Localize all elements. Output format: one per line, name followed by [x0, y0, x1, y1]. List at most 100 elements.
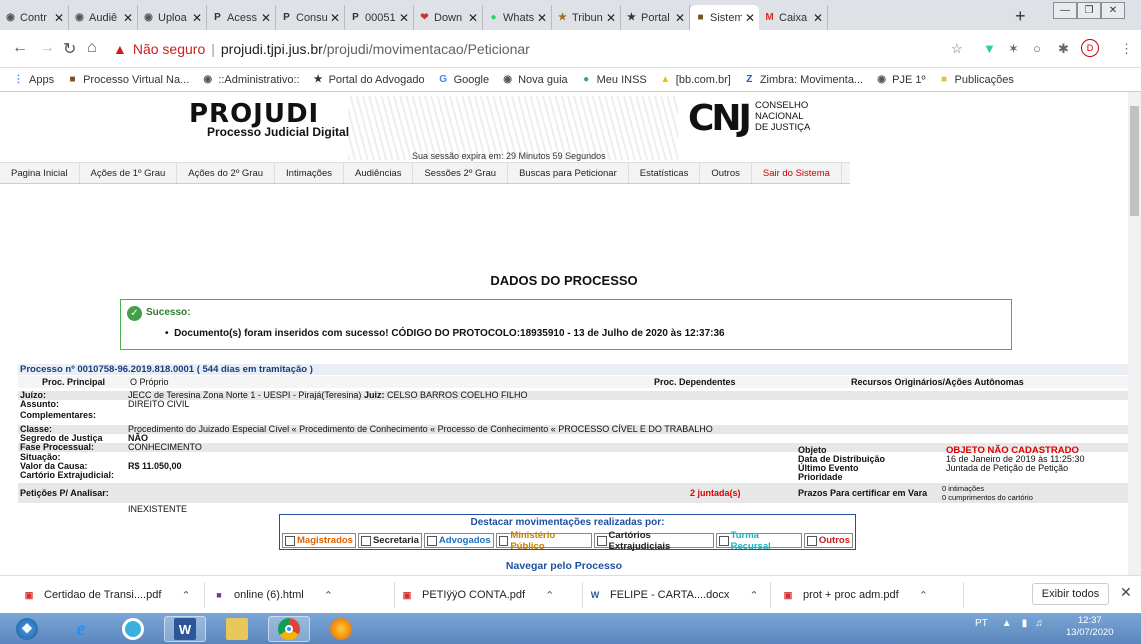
start-button[interactable]: ❖ — [6, 616, 48, 642]
signal-icon[interactable]: ▮ — [1022, 618, 1028, 629]
tray-arrow-icon[interactable]: ▲ — [1002, 618, 1012, 629]
bookmark-item[interactable]: ■ Processo Virtual Na... — [66, 73, 190, 86]
scrollbar-thumb[interactable] — [1130, 106, 1139, 216]
taskbar-word[interactable]: W — [164, 616, 206, 642]
highlight-option[interactable]: Turma Recursal — [715, 530, 802, 552]
close-tab-icon[interactable]: ✕ — [399, 11, 409, 25]
download-item[interactable]: ■ online (6).html ⌃ — [212, 584, 333, 606]
close-tab-icon[interactable]: ✕ — [675, 11, 685, 25]
browser-tab[interactable]: ◉ Contr ✕ — [0, 5, 69, 30]
chevron-up-icon[interactable]: ⌃ — [181, 589, 190, 602]
bookmark-item[interactable]: ⋮ Apps — [12, 73, 55, 86]
juntadas-link[interactable]: 2 juntada(s) — [690, 489, 741, 498]
pin-icon[interactable]: ✶ — [1008, 41, 1019, 57]
menu-item[interactable]: Ações do 2º Grau — [177, 163, 276, 183]
show-all-downloads-button[interactable]: Exibir todos — [1032, 583, 1109, 605]
bookmark-item[interactable]: Z Zimbra: Movimenta... — [743, 73, 863, 86]
highlight-option[interactable]: Magistrados — [282, 533, 356, 548]
menu-kebab-icon[interactable]: ⋮ — [1120, 41, 1133, 57]
browser-tab[interactable]: P Consu ✕ — [276, 5, 345, 30]
highlight-checkbox[interactable] — [360, 535, 371, 546]
chevron-up-icon[interactable]: ⌃ — [324, 589, 333, 602]
highlight-option[interactable]: Cartórios Extrajudiciais — [593, 530, 714, 552]
back-icon[interactable]: ← — [12, 39, 28, 57]
highlight-checkbox[interactable] — [718, 535, 729, 546]
language-indicator[interactable]: PT — [975, 618, 988, 629]
bookmark-item[interactable]: ★ Portal do Advogado — [312, 73, 425, 86]
download-item[interactable]: ▣ prot + proc adm.pdf ⌃ — [781, 584, 928, 606]
bookmark-item[interactable]: G Google — [437, 73, 489, 86]
menu-item[interactable]: Outros — [700, 163, 752, 183]
close-tab-icon[interactable]: ✕ — [261, 11, 271, 25]
address-bar[interactable]: ▲ Não seguro | projudi.tjpi.jus.br /proj… — [113, 36, 1013, 62]
bookmark-item[interactable]: ● Meu INSS — [580, 73, 647, 86]
browser-tab[interactable]: M Caixa ✕ — [759, 5, 828, 30]
chevron-up-icon[interactable]: ⌃ — [545, 589, 554, 602]
browser-tab[interactable]: ■ Sistem ✕ — [690, 5, 759, 30]
taskbar-ie[interactable]: e — [60, 616, 102, 642]
shield-icon[interactable]: ▼ — [983, 41, 996, 56]
browser-tab[interactable]: ◉ Uploa ✕ — [138, 5, 207, 30]
menu-item[interactable]: Ações de 1º Grau — [80, 163, 178, 183]
browser-tab[interactable]: P 00051 ✕ — [345, 5, 414, 30]
highlight-checkbox[interactable] — [596, 535, 607, 546]
taskbar-explorer[interactable] — [216, 616, 258, 642]
menu-item[interactable]: Buscas para Peticionar — [508, 163, 629, 183]
highlight-option[interactable]: Outros — [803, 533, 853, 548]
browser-tab[interactable]: ◉ Audiê ✕ — [69, 5, 138, 30]
browser-tab[interactable]: ❤ Down ✕ — [414, 5, 483, 30]
volume-icon[interactable]: ♫ — [1035, 618, 1043, 629]
taskbar-circle-app[interactable] — [112, 616, 154, 642]
close-tab-icon[interactable]: ✕ — [537, 11, 547, 25]
highlight-option[interactable]: Ministério Público — [495, 530, 592, 552]
bookmark-item[interactable]: ▲ [bb.com.br] — [659, 73, 730, 86]
download-item[interactable]: ▣ PETIÿÿO CONTA.pdf ⌃ — [400, 584, 555, 606]
chevron-up-icon[interactable]: ⌃ — [749, 589, 758, 602]
reload-icon[interactable]: ↻ — [63, 39, 76, 59]
close-tab-icon[interactable]: ✕ — [54, 11, 64, 25]
close-tab-icon[interactable]: ✕ — [813, 11, 823, 25]
browser-tab[interactable]: ★ Portal ✕ — [621, 5, 690, 30]
download-item[interactable]: ▣ Certidao de Transi....pdf ⌃ — [22, 584, 191, 606]
taskbar-chrome[interactable] — [268, 616, 310, 642]
highlight-checkbox[interactable] — [285, 535, 295, 546]
maximize-button[interactable]: ❐ — [1077, 2, 1101, 19]
dpat-extension-icon[interactable]: D — [1081, 39, 1099, 57]
bookmark-item[interactable]: ◉ Nova guia — [501, 73, 567, 86]
new-tab-button[interactable]: + — [1015, 6, 1026, 27]
menu-item[interactable]: Audiências — [344, 163, 414, 183]
menu-item[interactable]: Pagina Inicial — [0, 163, 80, 183]
forward-icon[interactable]: → — [39, 39, 55, 57]
download-item[interactable]: W FELIPE - CARTA....docx ⌃ — [588, 584, 759, 606]
highlight-checkbox[interactable] — [806, 535, 817, 546]
highlight-option[interactable]: Advogados — [423, 533, 494, 548]
bookmark-item[interactable]: ■ Publicações — [938, 73, 1014, 86]
bookmark-item[interactable]: ◉::Administrativo:: — [201, 73, 299, 86]
close-downloads-icon[interactable]: ✕ — [1120, 584, 1132, 601]
close-tab-icon[interactable]: ✕ — [330, 11, 340, 25]
close-tab-icon[interactable]: ✕ — [606, 11, 616, 25]
highlight-checkbox[interactable] — [426, 535, 437, 546]
close-window-button[interactable]: ✕ — [1101, 2, 1125, 19]
puzzle-icon[interactable]: ✱ — [1058, 41, 1069, 57]
browser-tab[interactable]: ★ Tribun ✕ — [552, 5, 621, 30]
close-tab-icon[interactable]: ✕ — [468, 11, 478, 25]
close-tab-icon[interactable]: ✕ — [123, 11, 133, 25]
menu-item[interactable]: Intimações — [275, 163, 344, 183]
taskbar-clock[interactable]: 12:37 13/07/2020 — [1066, 615, 1114, 639]
menu-item[interactable]: Estatísticas — [629, 163, 701, 183]
taskbar-firefox[interactable] — [320, 616, 362, 642]
minimize-button[interactable]: — — [1053, 2, 1077, 19]
page-scrollbar[interactable] — [1128, 92, 1141, 575]
circle-extension-icon[interactable]: ○ — [1033, 41, 1041, 56]
home-icon[interactable]: ⌂ — [87, 39, 97, 57]
highlight-option[interactable]: Secretaria — [357, 533, 422, 548]
close-tab-icon[interactable]: ✕ — [192, 11, 202, 25]
star-icon[interactable]: ☆ — [951, 41, 963, 57]
close-tab-icon[interactable]: ✕ — [745, 11, 755, 25]
chevron-up-icon[interactable]: ⌃ — [919, 589, 928, 602]
browser-tab[interactable]: P Acess ✕ — [207, 5, 276, 30]
browser-tab[interactable]: ● Whats ✕ — [483, 5, 552, 30]
bookmark-item[interactable]: ◉ PJE 1º — [875, 73, 925, 86]
highlight-checkbox[interactable] — [498, 535, 509, 546]
